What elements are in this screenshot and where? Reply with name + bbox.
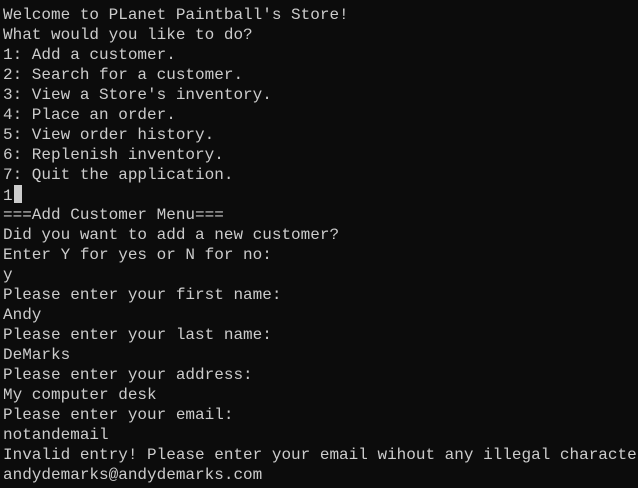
first-name-input: Andy (3, 306, 42, 324)
menu-selection-line[interactable]: 1 (3, 185, 638, 205)
menu-option-add-customer: 1: Add a customer. (3, 46, 176, 64)
menu-selection-input: 1 (3, 187, 13, 205)
menu-prompt: What would you like to do? (3, 26, 253, 44)
menu-option-place-order: 4: Place an order. (3, 106, 176, 124)
email-error-message: Invalid entry! Please enter your email w… (3, 446, 638, 464)
text-cursor (13, 185, 22, 203)
confirm-input: y (3, 266, 13, 284)
email-input-invalid: notandemail (3, 426, 109, 444)
last-name-input: DeMarks (3, 346, 71, 364)
first-name-prompt: Please enter your first name: (3, 286, 282, 304)
console-window[interactable]: Welcome to PLanet Paintball's Store! Wha… (0, 0, 638, 488)
menu-option-view-inventory: 3: View a Store's inventory. (3, 86, 272, 104)
menu-option-replenish: 6: Replenish inventory. (3, 146, 224, 164)
last-name-prompt: Please enter your last name: (3, 326, 272, 344)
confirm-question: Did you want to add a new customer? (3, 226, 340, 244)
email-prompt: Please enter your email: (3, 406, 234, 424)
add-customer-header: ===Add Customer Menu=== (3, 206, 224, 224)
confirm-prompt: Enter Y for yes or N for no: (3, 246, 272, 264)
address-input: My computer desk (3, 386, 157, 404)
address-prompt: Please enter your address: (3, 366, 253, 384)
email-input: andydemarks@andydemarks.com (3, 466, 263, 484)
menu-option-search-customer: 2: Search for a customer. (3, 66, 244, 84)
welcome-line: Welcome to PLanet Paintball's Store! (3, 6, 349, 24)
menu-option-quit: 7: Quit the application. (3, 166, 234, 184)
menu-option-order-history: 5: View order history. (3, 126, 215, 144)
